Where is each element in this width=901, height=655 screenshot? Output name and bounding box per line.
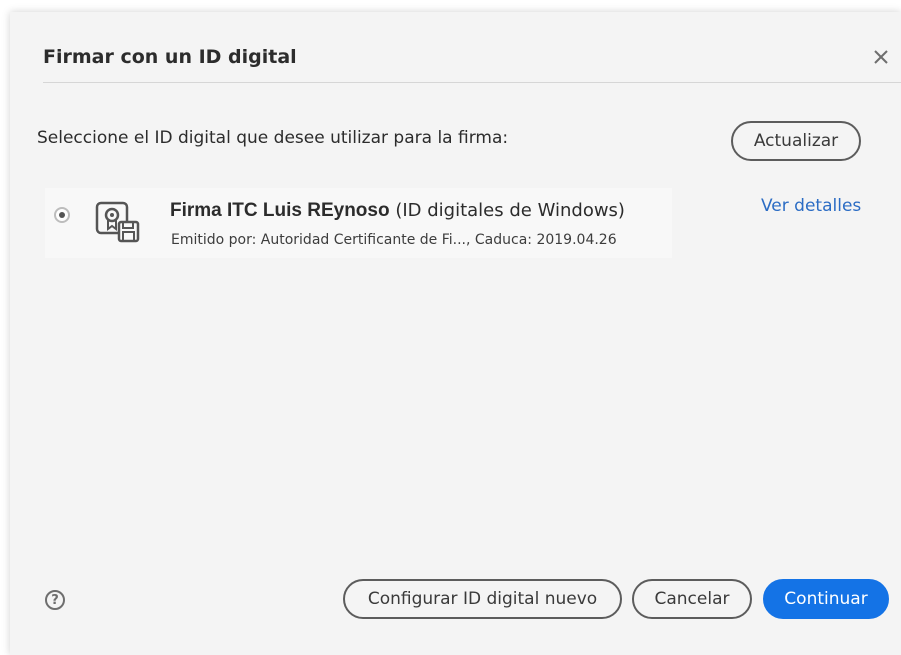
- dialog-title: Firmar con un ID digital: [43, 46, 297, 68]
- help-icon[interactable]: ?: [45, 590, 65, 610]
- refresh-button[interactable]: Actualizar: [731, 121, 861, 161]
- continue-button[interactable]: Continuar: [763, 579, 889, 619]
- digital-id-issuer-expiry: Emitido por: Autoridad Certificante de F…: [171, 232, 617, 248]
- digital-id-radio[interactable]: [54, 207, 70, 223]
- configure-new-digital-id-button[interactable]: Configurar ID digital nuevo: [343, 579, 622, 619]
- view-details-link[interactable]: Ver detalles: [761, 196, 861, 216]
- sign-with-digital-id-dialog: Firmar con un ID digital Seleccione el I…: [10, 12, 901, 655]
- digital-id-name-bold: Firma ITC Luis REynoso: [170, 200, 390, 221]
- digital-id-name: Firma ITC Luis REynoso (ID digitales de …: [170, 200, 625, 222]
- close-icon[interactable]: [868, 44, 894, 70]
- digital-id-type: (ID digitales de Windows): [395, 200, 625, 221]
- certificate-icon: [95, 201, 140, 243]
- title-divider: [43, 82, 901, 83]
- cancel-button[interactable]: Cancelar: [632, 579, 752, 619]
- digital-id-list-item[interactable]: Firma ITC Luis REynoso (ID digitales de …: [45, 188, 672, 258]
- instruction-text: Seleccione el ID digital que desee utili…: [37, 128, 509, 148]
